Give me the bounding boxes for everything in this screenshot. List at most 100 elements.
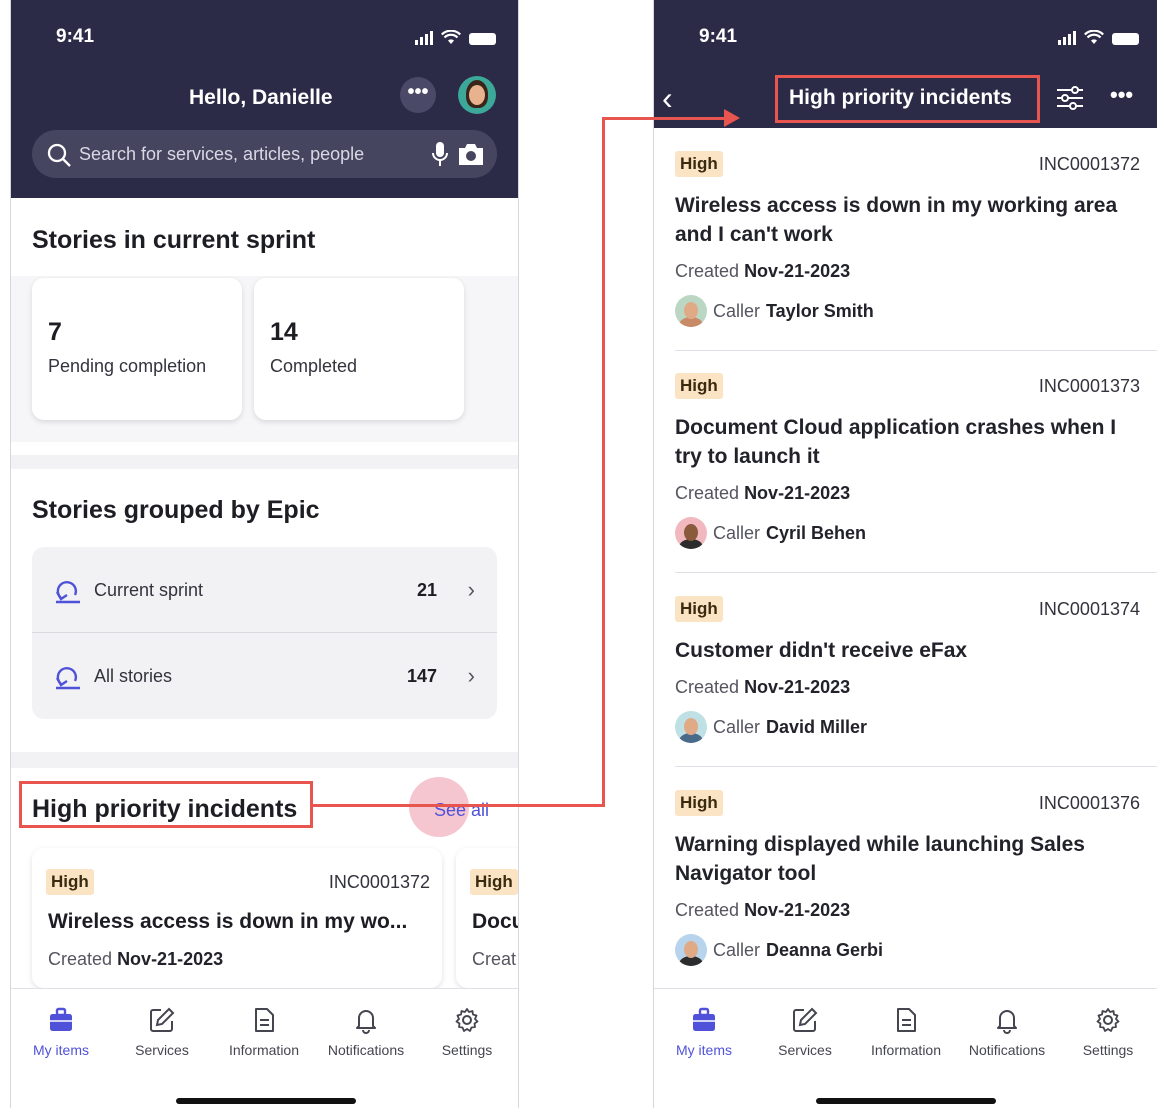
incident-card[interactable]: High INC0001372 Wireless access is down … (32, 848, 442, 988)
tab-bar: My items Services Information Notificati… (654, 988, 1157, 1108)
greeting: Hello, Danielle (189, 86, 333, 109)
gear-icon (455, 1008, 479, 1032)
caller-avatar (675, 517, 707, 549)
tab-information[interactable]: Information (214, 1003, 314, 1058)
caller-name: David Miller (766, 716, 868, 737)
created-label: Created (48, 949, 113, 969)
incident-title: Warning displayed while launching Sales … (675, 833, 1085, 885)
document-icon (255, 1008, 274, 1032)
back-chevron-icon[interactable]: ‹ (662, 80, 673, 117)
tab-settings[interactable]: Settings (1058, 1003, 1157, 1058)
incidents-screen: 9:41 ‹ High priority incidents ••• High … (653, 0, 1157, 1108)
incident-number: INC0001372 (328, 872, 430, 892)
incident-title: Customer didn't receive eFax (675, 639, 968, 662)
incident-title: Document Cloud application crashes when … (675, 416, 1117, 468)
epic-row-label: Current sprint (94, 580, 204, 600)
connector-line (602, 117, 605, 807)
incident-created: Created Nov-21-2023 (675, 677, 851, 697)
caller-name: Deanna Gerbi (766, 939, 884, 960)
incident-number: INC0001372 (1038, 154, 1140, 174)
signal-icon (1058, 31, 1076, 45)
incident-caller: Caller Deanna Gerbi (675, 934, 883, 966)
more-options-button[interactable]: ••• (400, 77, 436, 113)
tab-label: Notifications (968, 1042, 1046, 1058)
incident-card-partial[interactable]: High Docu Creat (456, 848, 518, 988)
stat-card-completed[interactable]: 14 Completed (254, 278, 464, 420)
arrow-head-icon (724, 109, 740, 127)
filter-sliders-icon[interactable] (1055, 84, 1085, 112)
tab-bar: My items Services Information Notificati… (11, 988, 518, 1108)
priority-badge: High (470, 869, 518, 895)
briefcase-icon (693, 1007, 715, 1031)
tab-label: Services (778, 1042, 832, 1058)
battery-icon (1112, 33, 1139, 45)
tab-label: Information (870, 1042, 942, 1058)
tab-label: Services (135, 1042, 189, 1058)
tab-label: Settings (1082, 1042, 1134, 1058)
incident-number: INC0001373 (1038, 376, 1140, 396)
stat-label: Pending completion (48, 356, 207, 376)
pencil-square-icon (793, 1007, 818, 1032)
sprint-cycle-icon (55, 580, 80, 604)
caller-name: Taylor Smith (766, 300, 874, 321)
home-indicator (176, 1098, 356, 1104)
priority-badge: High (46, 869, 94, 895)
sprint-section-title: Stories in current sprint (32, 226, 316, 254)
incident-caller: Caller Taylor Smith (675, 295, 874, 327)
incident-created: Created Nov-21-2023 (675, 261, 851, 281)
search-bar[interactable]: Search for services, articles, people (32, 130, 497, 178)
search-input[interactable]: Search for services, articles, people (79, 144, 364, 165)
tab-notifications[interactable]: Notifications (957, 1003, 1057, 1058)
divider (675, 766, 1157, 767)
caller-name: Cyril Behen (766, 522, 867, 543)
stat-card-pending[interactable]: 7 Pending completion (32, 278, 242, 420)
status-icons (415, 30, 496, 45)
tab-services[interactable]: Services (112, 1003, 212, 1058)
incident-title: Docu (472, 910, 518, 933)
section-highlight-box (19, 781, 313, 828)
created-date: Nov-21-2023 (744, 900, 851, 920)
epic-row-current-sprint[interactable]: Current sprint 21 › (32, 547, 497, 633)
home-indicator (816, 1098, 996, 1104)
incident-title: Wireless access is down in my working ar… (675, 194, 1118, 246)
priority-badge: High (675, 373, 723, 399)
epic-row-count: 21 (416, 580, 437, 600)
tab-settings[interactable]: Settings (417, 1003, 517, 1058)
tab-information[interactable]: Information (856, 1003, 956, 1058)
home-header: 9:41 Hello, Danielle ••• Search for serv… (11, 0, 518, 198)
tab-label: Settings (441, 1042, 493, 1058)
microphone-icon[interactable] (430, 140, 450, 168)
incident-created: Creat (472, 949, 517, 969)
tab-label: Information (228, 1042, 300, 1058)
stat-value: 7 (48, 318, 62, 346)
divider (675, 572, 1157, 573)
created-date: Nov-21-2023 (744, 261, 851, 281)
tab-label: Notifications (327, 1042, 405, 1058)
camera-icon[interactable] (456, 140, 486, 168)
epic-list: Current sprint 21 › All stories 147 › (32, 547, 497, 719)
incident-caller: Caller David Miller (675, 711, 867, 743)
caller-avatar (675, 711, 707, 743)
tab-notifications[interactable]: Notifications (316, 1003, 416, 1058)
created-date: Nov-21-2023 (744, 677, 851, 697)
tab-my-items[interactable]: My items (11, 1003, 111, 1058)
incident-number: INC0001374 (1038, 599, 1140, 619)
stat-value: 14 (270, 318, 298, 346)
user-avatar[interactable] (458, 76, 496, 114)
incident-created: Created Nov-21-2023 (675, 900, 851, 920)
caller-avatar (675, 934, 707, 966)
connector-line (313, 804, 605, 807)
chevron-right-icon: › (467, 663, 475, 688)
epic-row-count: 147 (406, 666, 437, 686)
section-divider (11, 455, 518, 469)
incident-caller: Caller Cyril Behen (675, 517, 866, 549)
tab-my-items[interactable]: My items (654, 1003, 754, 1058)
briefcase-icon (50, 1007, 72, 1031)
battery-icon (469, 33, 496, 45)
home-screen: 9:41 Hello, Danielle ••• Search for serv… (10, 0, 519, 1108)
status-icons (1058, 30, 1139, 45)
more-options-button[interactable]: ••• (1110, 82, 1133, 108)
created-date: Nov-21-2023 (744, 483, 851, 503)
epic-row-all-stories[interactable]: All stories 147 › (32, 633, 497, 719)
tab-services[interactable]: Services (755, 1003, 855, 1058)
